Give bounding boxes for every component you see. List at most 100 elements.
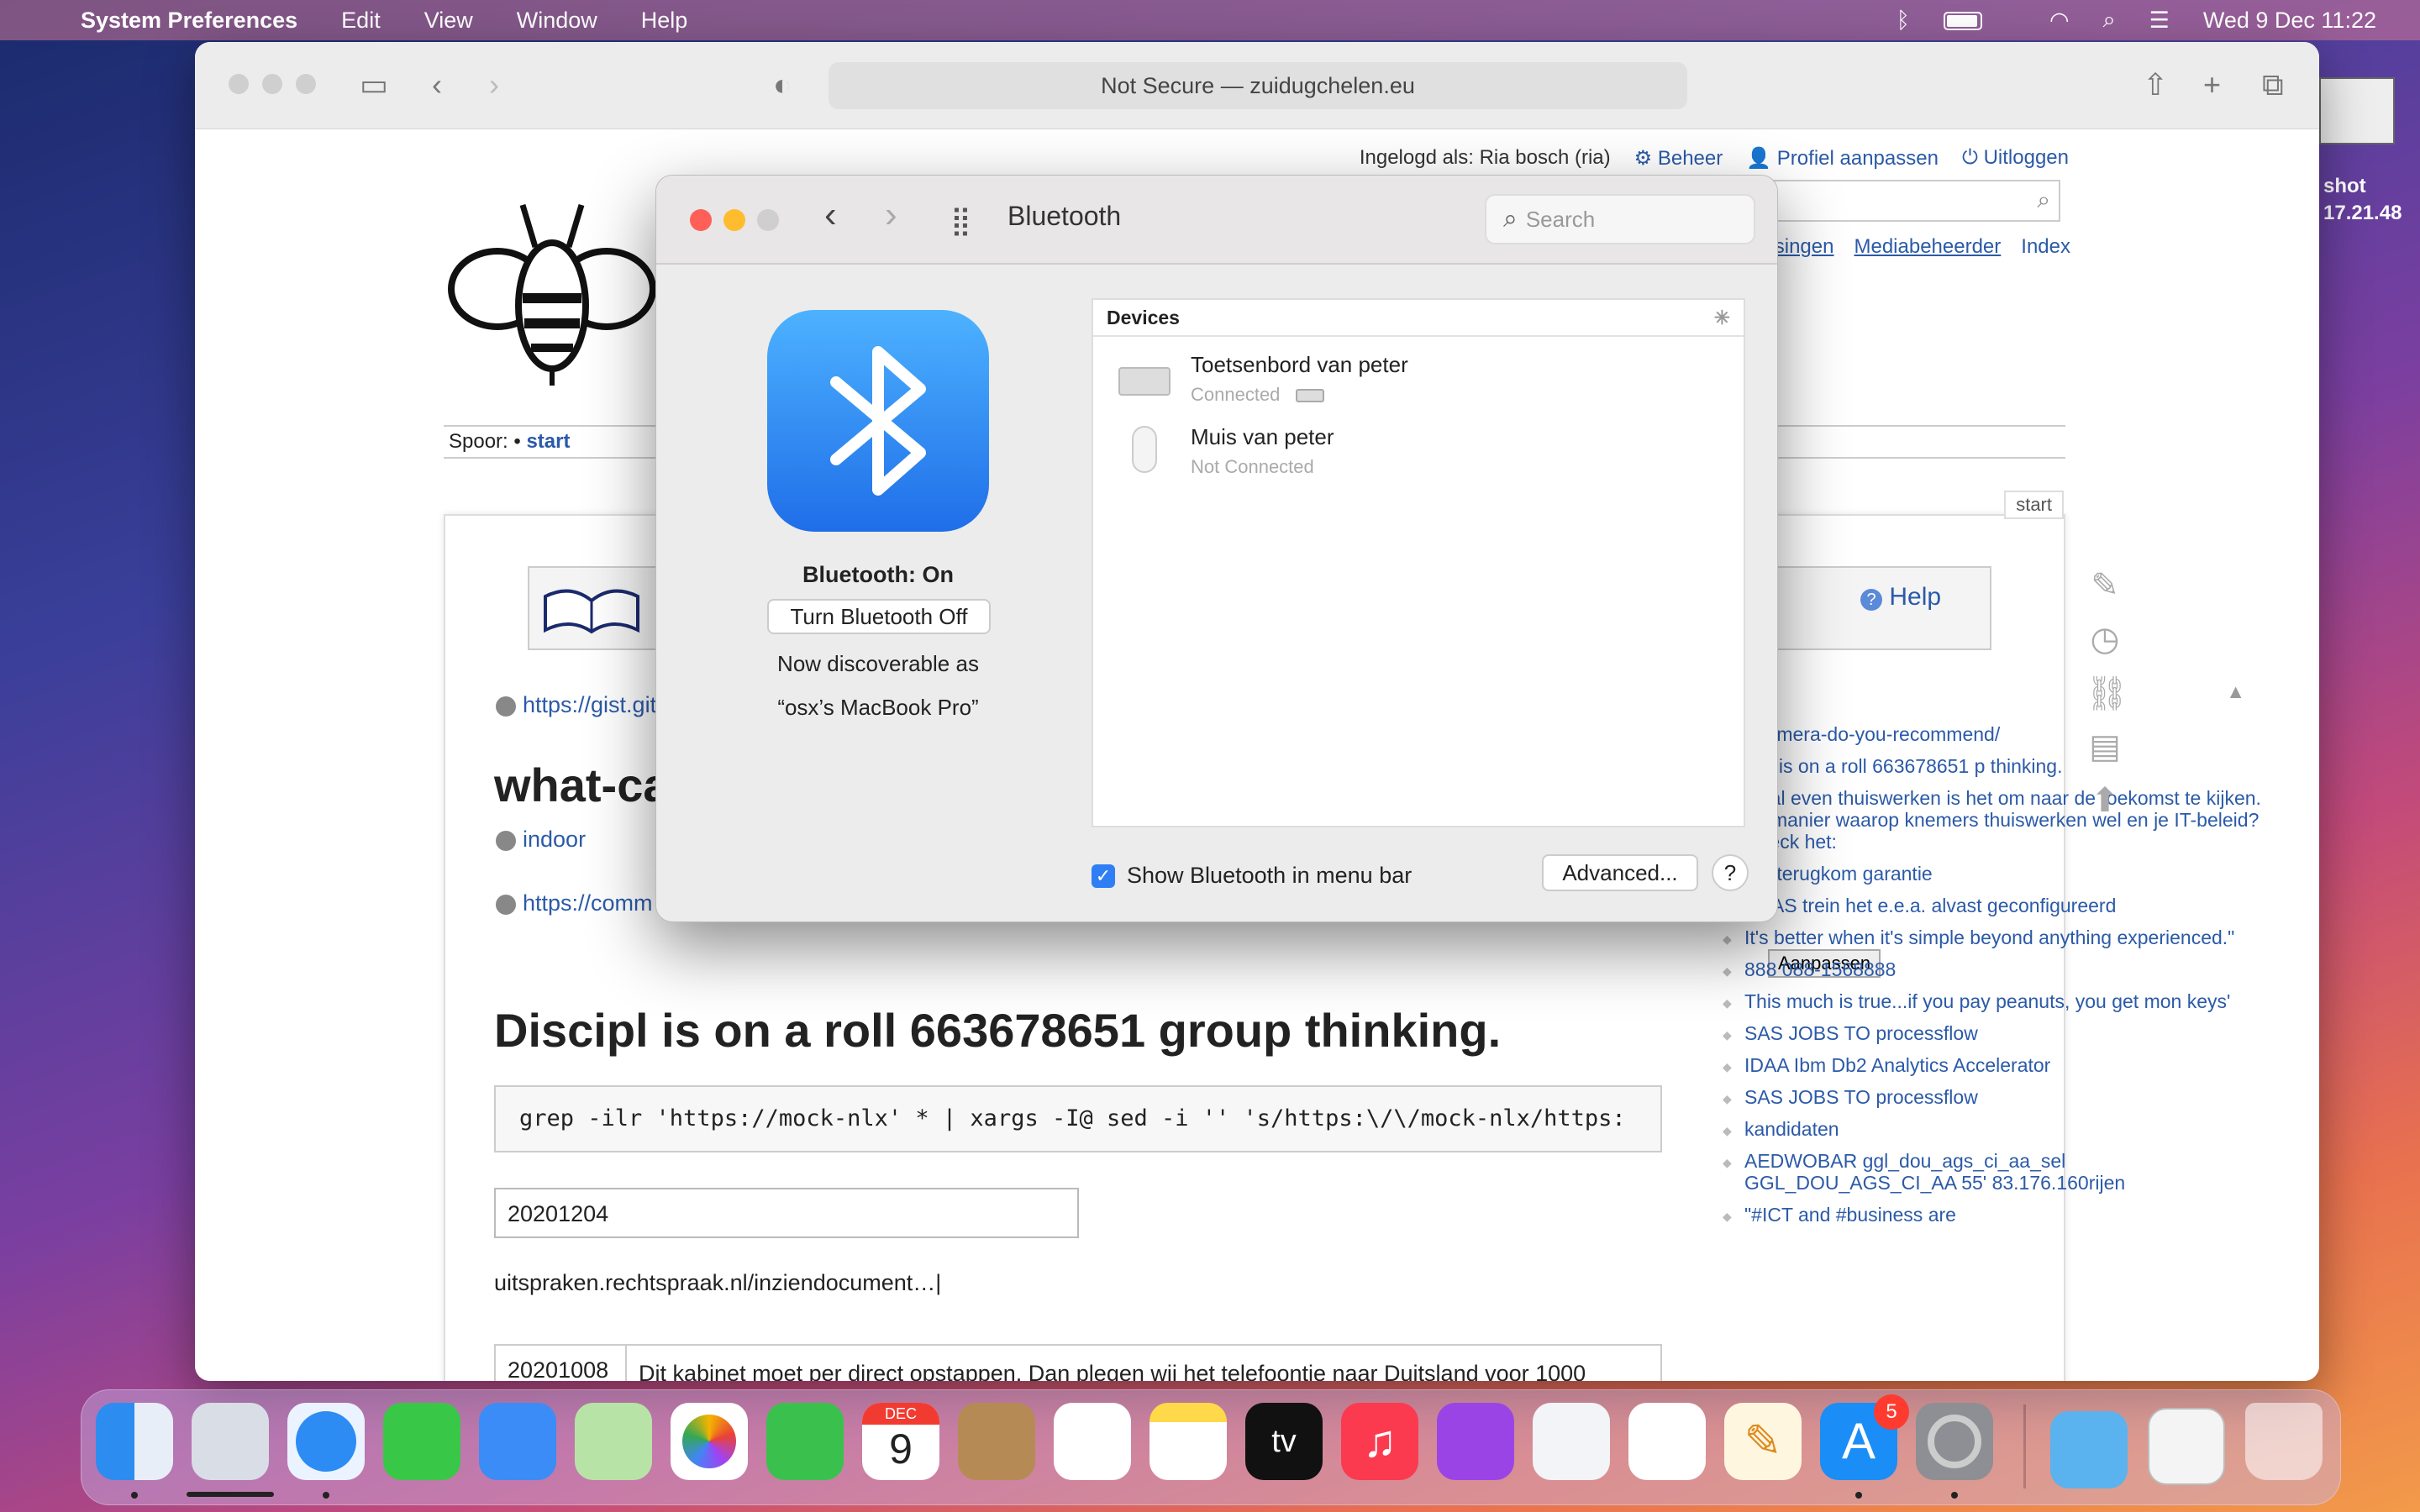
bt-minimize-button[interactable] [723, 209, 745, 231]
pencil-icon[interactable]: ✎ [2086, 566, 2124, 605]
help-button[interactable]: ? [1712, 854, 1749, 891]
preferences-search-input[interactable]: ⌕ Search [1485, 194, 1755, 244]
sidebar-item[interactable]: AEDWOBAR ggl_dou_ags_ci_aa_sel GGL_DOU_A… [1723, 1150, 2262, 1194]
search-icon[interactable]: ⌕ [2037, 186, 2050, 214]
link-mediabeheerder[interactable]: Mediabeheerder [1854, 235, 2001, 259]
address-text: Not Secure — zuidugchelen.eu [1101, 72, 1415, 98]
link-index[interactable]: Index [2021, 235, 2070, 259]
logout-link[interactable]: ⏻ Uitloggen [1962, 146, 2069, 171]
sidebar-item[interactable]: 888 088-1568888 [1723, 958, 2262, 982]
device-row-keyboard[interactable]: Toetsenbord van peter Connected [1093, 344, 1744, 416]
share-icon[interactable]: ⇧ [2143, 67, 2168, 102]
globe-icon [496, 696, 516, 717]
bt-zoom-button[interactable] [757, 209, 779, 231]
sidebar-item[interactable]: This much is true...if you pay peanuts, … [1723, 990, 2262, 1014]
bt-close-button[interactable] [690, 209, 712, 231]
privacy-shield-icon[interactable]: ◐ [773, 67, 792, 102]
menu-window[interactable]: Window [517, 8, 597, 34]
sidebar-item[interactable]: SAS JOBS TO processflow [1723, 1086, 2262, 1110]
mail-icon[interactable] [479, 1403, 556, 1480]
back-arrow-icon[interactable]: ‹ [432, 67, 442, 102]
control-center-icon[interactable]: ☰ [2149, 8, 2170, 34]
device-row-mouse[interactable]: Muis van peter Not Connected [1093, 416, 1744, 488]
table-cell-date: 20201008 [496, 1346, 627, 1381]
menu-datetime[interactable]: Wed 9 Dec 11:22 [2203, 8, 2376, 34]
new-tab-icon[interactable]: + [2203, 67, 2221, 102]
battery-level-icon [1295, 389, 1324, 403]
bee-logo[interactable] [447, 180, 657, 390]
battery-icon[interactable] [1943, 8, 2016, 34]
menu-help[interactable]: Help [641, 8, 688, 34]
date-field[interactable]: 20201204 [494, 1188, 1079, 1238]
breadcrumb-start-link[interactable]: start [526, 430, 570, 453]
menu-app-name[interactable]: System Preferences [81, 8, 297, 34]
sidebar-item[interactable]: IDAA Ibm Db2 Analytics Accelerator [1723, 1054, 2262, 1078]
forward-arrow-icon[interactable]: › [489, 67, 499, 102]
turn-bluetooth-off-button[interactable]: Turn Bluetooth Off [767, 599, 991, 634]
sidebar-item[interactable]: ve al even thuiswerken is het om naar de… [1723, 787, 2262, 853]
chain-link-icon[interactable]: ⛓ [2086, 674, 2128, 712]
photos-icon[interactable] [671, 1403, 748, 1480]
sidebar-item[interactable]: SAS JOBS TO processflow [1723, 1022, 2262, 1046]
notes-icon[interactable] [1150, 1403, 1227, 1480]
reminders-icon[interactable] [1054, 1403, 1131, 1480]
help-link[interactable]: ? Help [1860, 583, 1941, 612]
downloads-folder-icon[interactable] [2050, 1411, 2128, 1488]
sidebar-item[interactable]: t-camera-do-you-recommend/ [1723, 723, 2262, 747]
window-zoom-button[interactable] [296, 74, 316, 94]
back-chevron-icon[interactable]: ‹ [824, 194, 837, 236]
clock-icon[interactable]: ◷ [2086, 620, 2124, 659]
advanced-button[interactable]: Advanced... [1542, 854, 1698, 891]
show-all-grid-icon[interactable]: ⣿ [950, 204, 971, 238]
calendar-day: 9 [889, 1425, 913, 1473]
pages-icon[interactable]: ✎ [1724, 1403, 1802, 1480]
maps-icon[interactable] [575, 1403, 652, 1480]
external-link-comm[interactable]: https://comm [496, 890, 653, 916]
profile-link[interactable]: 👤 Profiel aanpassen [1746, 146, 1939, 171]
launchpad-icon[interactable] [192, 1403, 269, 1480]
sidebar-item[interactable]: cipl is on a roll 663678651 p thinking. [1723, 755, 2262, 779]
address-bar[interactable]: Not Secure — zuidugchelen.eu [829, 62, 1687, 109]
pdf-export-icon[interactable]: ▤ [2086, 727, 2124, 766]
beheer-link[interactable]: ⚙ Beheer [1634, 146, 1723, 171]
page-tab-start[interactable]: start [2004, 491, 2064, 519]
sidebar-item[interactable]: "#ICT and #business are [1723, 1204, 2262, 1227]
numbers-icon[interactable] [1628, 1403, 1706, 1480]
sidebar-item[interactable]: BD terugkom garantie [1723, 863, 2262, 886]
bluetooth-status-icon[interactable]: ᛒ [1897, 8, 1910, 34]
sidebar-item[interactable]: kandidaten [1723, 1118, 2262, 1142]
podcasts-icon[interactable] [1437, 1403, 1514, 1480]
spotlight-icon[interactable]: ⌕ [2103, 7, 2116, 34]
system-preferences-icon[interactable] [1916, 1403, 1993, 1480]
sidebar-item[interactable]: DAAS trein het e.e.a. alvast geconfigure… [1723, 895, 2262, 918]
calendar-icon[interactable]: DEC 9 [862, 1403, 939, 1480]
music-icon[interactable]: ♫ [1341, 1403, 1418, 1480]
messages-icon[interactable] [383, 1403, 460, 1480]
back-to-top-icon[interactable]: ⬆ [2086, 781, 2124, 820]
external-link-gist[interactable]: https://gist.git [496, 692, 656, 718]
sidebar-icon[interactable]: ▭ [360, 67, 388, 102]
safari-icon[interactable] [287, 1403, 365, 1480]
tabs-overview-icon[interactable]: ⧉ [2262, 67, 2284, 103]
menu-view[interactable]: View [424, 8, 473, 34]
window-close-button[interactable] [229, 74, 249, 94]
apple-tv-icon[interactable]: tv [1245, 1403, 1323, 1480]
sidebar-item[interactable]: It's better when it's simple beyond anyt… [1723, 927, 2262, 950]
recent-screenshot-icon[interactable] [2148, 1408, 2225, 1485]
facetime-icon[interactable] [766, 1403, 844, 1480]
finder-icon[interactable] [96, 1403, 173, 1480]
desktop-screenshot-thumbnail[interactable] [2319, 77, 2395, 144]
trash-icon[interactable] [2245, 1403, 2323, 1480]
forward-chevron-icon[interactable]: › [885, 194, 897, 236]
link-indoor[interactable]: indoor [496, 827, 586, 853]
show-in-menubar-checkbox[interactable]: ✓ Show Bluetooth in menu bar [1092, 863, 1412, 889]
menu-edit[interactable]: Edit [341, 8, 381, 34]
contacts-icon[interactable] [958, 1403, 1035, 1480]
wifi-icon[interactable]: ◠ [2049, 8, 2070, 34]
collapse-triangle-icon[interactable]: ▲ [2226, 680, 2245, 703]
window-minimize-button[interactable] [262, 74, 282, 94]
link-wijzigingen[interactable]: singen [1775, 235, 1834, 259]
devices-header: Devices ✳ [1093, 300, 1744, 337]
checkmark-icon[interactable]: ✓ [1092, 864, 1115, 888]
keynote-icon[interactable] [1533, 1403, 1610, 1480]
